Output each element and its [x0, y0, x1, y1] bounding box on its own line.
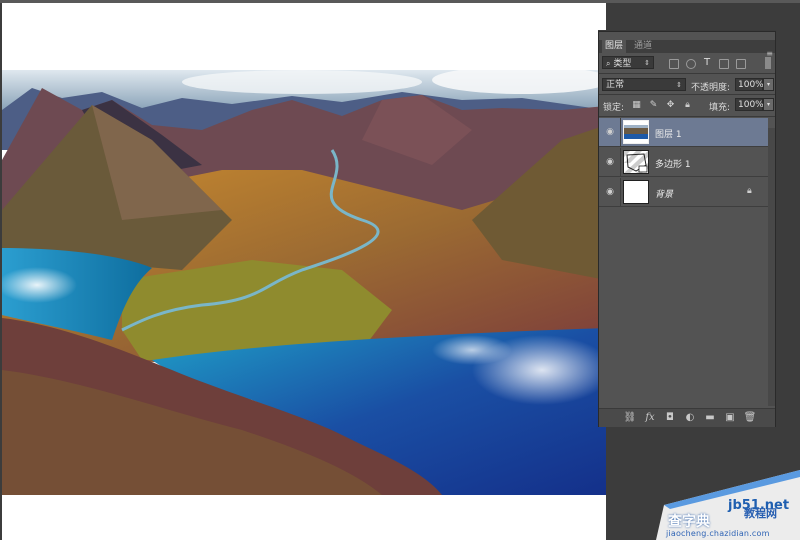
layer-row-background[interactable]: ◉ 背景 🔒︎	[599, 178, 768, 207]
lock-all-icon[interactable]: 🔒︎	[682, 100, 693, 111]
panel-divider	[599, 73, 775, 74]
column-divider	[620, 178, 621, 207]
watermark-brand: 查字典	[668, 514, 710, 530]
chevron-down-icon: ⇕	[644, 59, 650, 67]
blend-mode-label: 正常	[606, 80, 625, 90]
watermark-brand2: 教程网	[744, 507, 777, 520]
blend-mode-dropdown[interactable]: 正常 ⇕	[602, 78, 686, 91]
lock-icon: 🔒︎	[747, 186, 752, 196]
fill-dropdown-button[interactable]: ▾	[763, 98, 774, 111]
new-group-icon[interactable]: ▬	[703, 411, 717, 425]
layer-name[interactable]: 图层 1	[655, 127, 682, 140]
watermark-url: jiaocheng.chazidian.com	[666, 529, 770, 538]
layer-thumbnail	[623, 180, 649, 204]
landscape-photo	[2, 70, 606, 495]
opacity-label: 不透明度:	[691, 83, 731, 93]
fill-field[interactable]: 100%	[735, 98, 764, 111]
shape-layer-thumbnail-icon	[624, 151, 648, 173]
eye-icon[interactable]: ◉	[604, 157, 616, 167]
type-filter-icon[interactable]: T	[704, 57, 710, 68]
fx-icon[interactable]: fx	[643, 411, 657, 425]
link-layers-icon[interactable]: ⛓	[623, 411, 637, 425]
eye-icon[interactable]: ◉	[604, 127, 616, 137]
adjustment-layer-icon[interactable]: ◐	[683, 411, 697, 425]
layer-thumbnail	[623, 150, 649, 174]
pixel-filter-icon[interactable]	[669, 59, 679, 69]
lock-transparent-pixels-icon[interactable]: ▦	[631, 100, 642, 111]
column-divider	[620, 148, 621, 177]
panel-tabs: 图层 通道 ≡	[599, 40, 775, 58]
layer-name[interactable]: 多边形 1	[655, 157, 691, 170]
lock-image-pixels-icon[interactable]: ✎	[648, 100, 659, 111]
eye-icon[interactable]: ◉	[604, 187, 616, 197]
smart-object-filter-icon[interactable]	[736, 59, 746, 69]
adjustment-filter-icon[interactable]	[686, 59, 696, 69]
filter-kind-label: 类型	[613, 59, 632, 69]
lock-position-icon[interactable]: ✥	[665, 100, 676, 111]
layers-scrollbar[interactable]	[768, 128, 775, 406]
chevron-down-icon: ⇕	[676, 81, 682, 89]
document-canvas[interactable]	[2, 3, 606, 540]
lock-label: 锁定:	[603, 103, 625, 113]
panel-footer: ⛓ fx ◘ ◐ ▬ ▣ 🗑︎	[599, 408, 775, 427]
tab-layers[interactable]: 图层	[602, 40, 627, 53]
panel-divider	[599, 116, 775, 117]
landscape-thumbnail-icon	[624, 121, 648, 143]
shape-filter-icon[interactable]	[719, 59, 729, 69]
add-mask-icon[interactable]: ◘	[663, 411, 677, 425]
layer-row-polygon-1[interactable]: ◉ 多边形 1	[599, 148, 768, 177]
opacity-field[interactable]: 100%	[735, 78, 764, 91]
tab-channels[interactable]: 通道	[631, 40, 655, 53]
opacity-dropdown-button[interactable]: ▾	[763, 78, 774, 91]
new-layer-icon[interactable]: ▣	[723, 411, 737, 425]
trash-icon[interactable]: 🗑︎	[743, 411, 757, 425]
layer-row-layer-1[interactable]: ◉ 图层 1	[599, 118, 768, 147]
fill-label: 填充:	[709, 103, 731, 113]
panel-divider	[599, 94, 775, 95]
filter-toggle-switch[interactable]	[765, 57, 771, 69]
search-icon: ⌕	[606, 59, 611, 68]
layers-panel: 图层 通道 ≡ ⌕ 类型 ⇕ T 正常 ⇕ 不透明度: 100% ▾ 锁定: ▦…	[598, 31, 776, 427]
layer-thumbnail	[623, 120, 649, 144]
filter-kind-dropdown[interactable]: ⌕ 类型 ⇕	[602, 56, 654, 69]
column-divider	[620, 118, 621, 147]
layer-name[interactable]: 背景	[655, 187, 673, 200]
